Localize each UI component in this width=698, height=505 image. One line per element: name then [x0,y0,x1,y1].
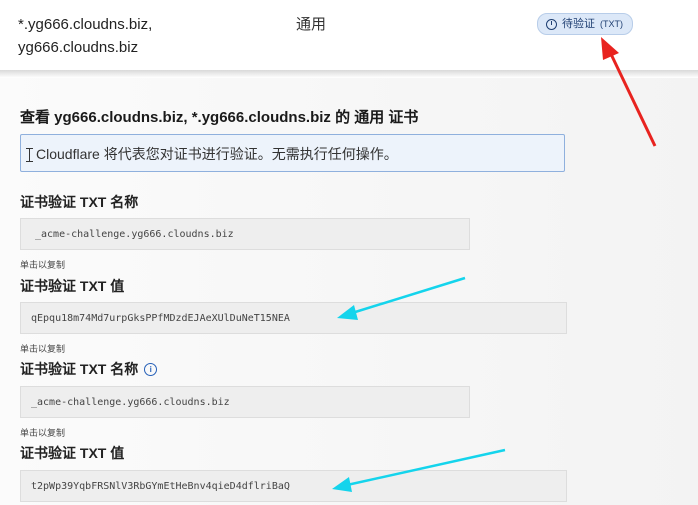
txt-value-label-1: 证书验证 TXT 值 [20,278,125,294]
details-heading: 查看 yg666.cloudns.biz, *.yg666.cloudns.bi… [20,109,419,126]
host-wildcard: *.yg666.cloudns.biz, [18,16,153,33]
txt-name-field-1[interactable]: _acme-challenge.yg666.cloudns.biz [20,218,470,250]
info-icon[interactable]: i [144,362,158,376]
clock-icon [546,18,557,30]
certificate-details-panel: 查看 yg666.cloudns.biz, *.yg666.cloudns.bi… [0,78,698,505]
copy-hint-3: 单击以复制 [20,428,66,438]
host-apex: yg666.cloudns.biz [18,39,139,56]
txt-value-field-1[interactable]: qEpqu18m74Md7urpGksPPfMDzdEJAeXUlDuNeT15… [20,302,567,334]
certificate-hosts: *.yg666.cloudns.biz, yg666.cloudns.biz [18,13,152,59]
certificate-type: 通用 [296,16,327,33]
certificate-row[interactable]: *.yg666.cloudns.biz, yg666.cloudns.biz 通… [0,0,698,70]
txt-name-field-2[interactable]: _acme-challenge.yg666.cloudns.biz [20,386,470,418]
copy-hint-1: 单击以复制 [20,260,66,270]
status-badge: 待验证 (TXT) [537,13,633,35]
txt-value-label-2: 证书验证 TXT 值 [20,445,125,461]
info-banner: Cloudflare 将代表您对证书进行验证。无需执行任何操作。 [20,134,565,172]
txt-name-label-2-text: 证书验证 TXT 名称 [20,361,139,377]
copy-hint-2: 单击以复制 [20,344,66,354]
txt-value-field-2[interactable]: t2pWp39YqbFRSNlV3RbGYmEtHeBnv4qieD4dflri… [20,470,567,502]
txt-name-label-1: 证书验证 TXT 名称 [20,194,139,210]
status-label: 待验证 [562,18,595,30]
row-divider [0,70,698,78]
txt-name-label-2: 证书验证 TXT 名称 i [20,359,158,379]
status-suffix: (TXT) [600,19,623,29]
text-cursor-icon [26,148,33,162]
